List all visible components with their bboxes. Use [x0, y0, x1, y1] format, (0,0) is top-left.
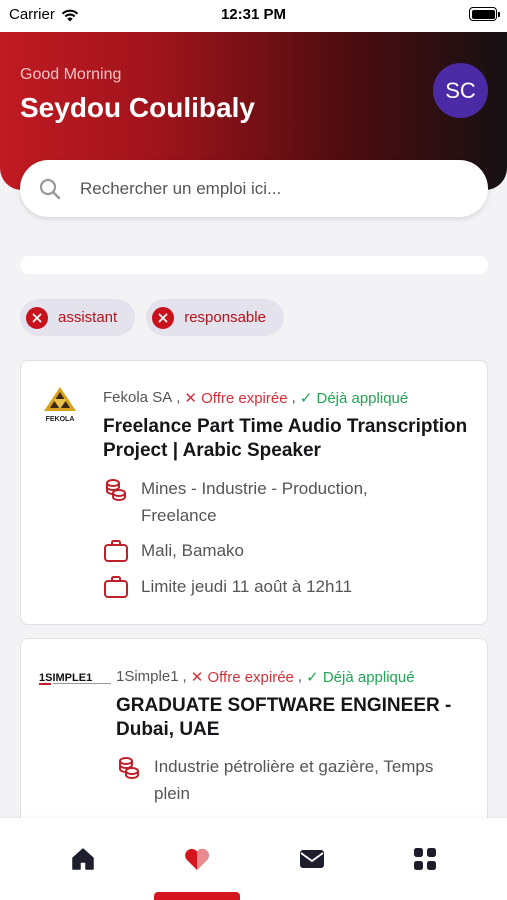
fekola-logo-icon: FEKOLA — [44, 387, 76, 423]
separator: , — [176, 389, 181, 406]
company-logo: 1SIMPLE1 — [39, 669, 119, 689]
user-name: Seydou Coulibaly — [20, 92, 255, 123]
job-title[interactable]: Freelance Part Time Audio Transcription … — [103, 415, 473, 463]
job-sector: Mines - Industrie - Production, Freelanc… — [141, 479, 368, 525]
active-tab-indicator — [154, 892, 240, 900]
favorites-icon — [185, 848, 209, 870]
job-meta: Fekola SA , ✕ Offre expirée , ✓ Déjà app… — [103, 389, 408, 407]
search-bar[interactable] — [20, 160, 488, 217]
bottom-nav — [0, 818, 507, 900]
svg-text:FEKOLA: FEKOLA — [46, 416, 75, 423]
clock: 12:31 PM — [220, 6, 287, 23]
nav-apps[interactable] — [410, 844, 440, 874]
home-icon — [72, 848, 94, 870]
separator: , — [291, 389, 296, 406]
filter-chip-label: responsable — [184, 309, 266, 326]
applied-status: ✓ Déjà appliqué — [306, 669, 415, 686]
briefcase-icon — [104, 576, 128, 598]
job-deadline: Limite jeudi 11 août à 12h11 — [141, 577, 353, 596]
search-input[interactable] — [80, 178, 440, 199]
svg-text:1SIMPLE1: 1SIMPLE1 — [39, 672, 92, 684]
applied-status: ✓ Déjà appliqué — [299, 390, 409, 407]
remove-filter-icon[interactable] — [152, 306, 175, 329]
nav-messages[interactable] — [297, 844, 327, 874]
apps-icon — [414, 848, 436, 870]
expired-status: ✕ Offre expirée — [190, 669, 294, 686]
filter-chip-label: assistant — [58, 309, 118, 326]
nav-favorites[interactable] — [182, 844, 212, 874]
greeting-text: Good Morning — [20, 66, 122, 83]
company-name: 1Simple1 — [116, 668, 179, 685]
company-name: Fekola SA — [103, 389, 173, 406]
job-location-row: Mali, Bamako — [103, 537, 244, 564]
avatar[interactable]: SC — [433, 63, 488, 118]
status-bar: Carrier 12:31 PM — [0, 0, 507, 32]
separator: , — [182, 668, 187, 685]
1simple1-logo-icon: 1SIMPLE1 — [39, 672, 111, 685]
briefcase-icon — [104, 540, 128, 562]
job-title[interactable]: GRADUATE SOFTWARE ENGINEER - Dubai, UAE — [116, 694, 466, 742]
separator: , — [297, 668, 303, 685]
job-meta: 1Simple1 , ✕ Offre expirée , ✓ Déjà appl… — [116, 668, 415, 686]
filter-chips: assistant responsable — [20, 299, 284, 336]
nav-home[interactable] — [68, 844, 98, 874]
job-deadline-row: Limite jeudi 11 août à 12h11 — [103, 573, 352, 600]
messages-icon — [300, 850, 324, 868]
battery-icon — [469, 7, 500, 21]
job-location: Mali, Bamako — [141, 541, 244, 560]
filter-chip-assistant[interactable]: assistant — [20, 299, 136, 336]
company-logo: FEKOLA — [39, 385, 81, 423]
expired-status: ✕ Offre expirée — [184, 390, 288, 407]
loading-placeholder-bar — [20, 256, 488, 274]
job-card[interactable]: FEKOLA Fekola SA , ✕ Offre expirée , ✓ D… — [20, 360, 488, 625]
job-card[interactable]: 1SIMPLE1 1Simple1 , ✕ Offre expirée , ✓ … — [20, 638, 488, 838]
job-sector-row: Industrie pétrolière et gazière, Temps p… — [116, 753, 464, 807]
remove-filter-icon[interactable] — [26, 306, 48, 329]
job-sector-row: Mines - Industrie - Production, Freelanc… — [103, 475, 403, 529]
coins-icon — [119, 757, 139, 779]
filter-chip-responsable[interactable]: responsable — [146, 299, 284, 336]
coins-icon — [106, 479, 126, 501]
search-icon — [39, 178, 61, 199]
job-sector: Industrie pétrolière et gazière, Temps p… — [154, 757, 434, 803]
